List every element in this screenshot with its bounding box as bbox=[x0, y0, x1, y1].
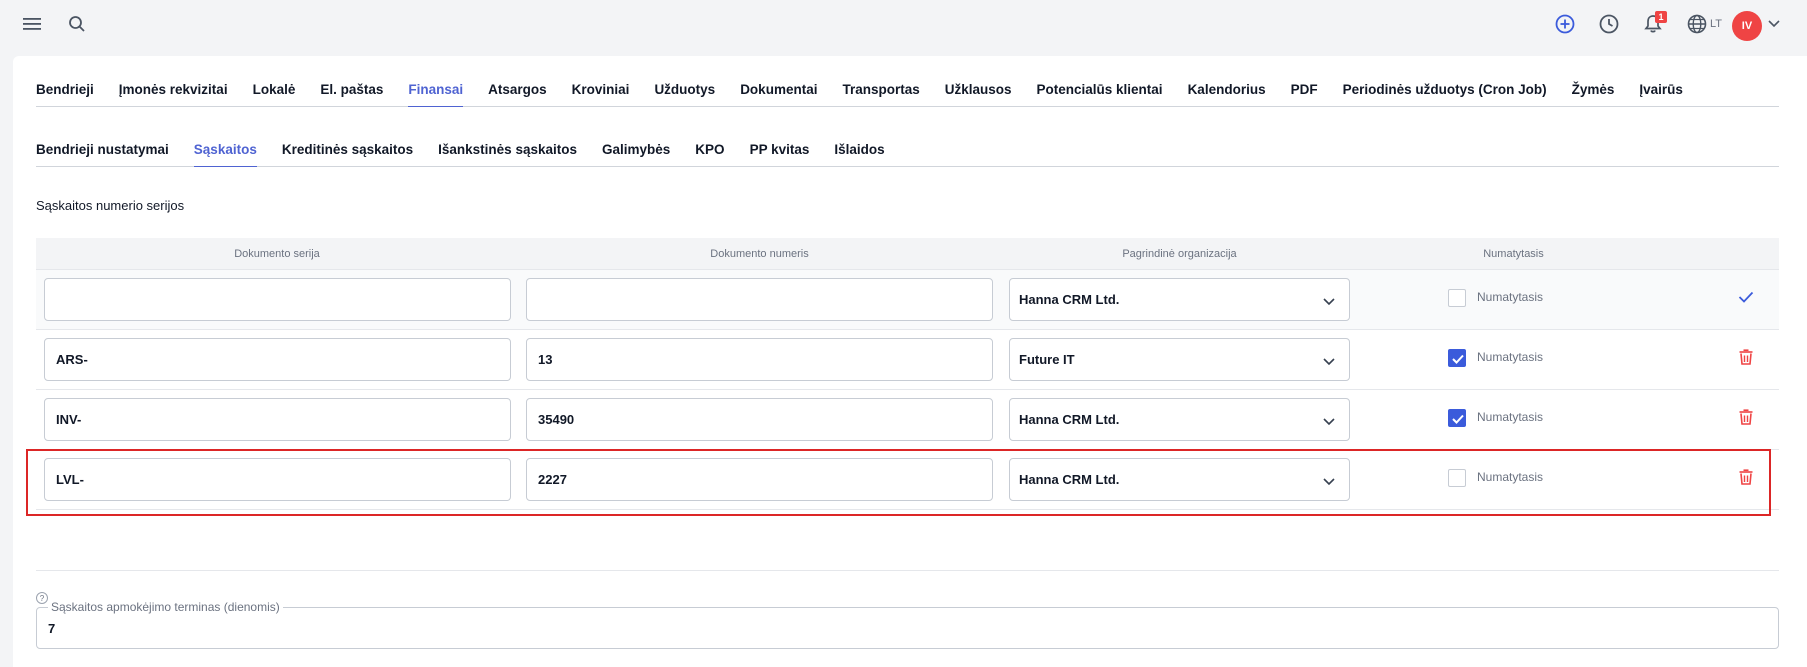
series-input[interactable]: LVL- bbox=[44, 458, 511, 501]
payment-term-value[interactable]: 7 bbox=[48, 621, 55, 636]
check-icon bbox=[1738, 290, 1754, 308]
number-input[interactable] bbox=[526, 278, 993, 321]
header-series: Dokumento serija bbox=[234, 247, 320, 260]
trash-icon bbox=[1739, 408, 1753, 430]
table-row: LVL- 2227 Hanna CRM Ltd. Numatytasis bbox=[36, 450, 1779, 510]
default-checkbox[interactable] bbox=[1448, 469, 1466, 487]
header-default: Numatytasis bbox=[1483, 247, 1544, 260]
tab-12[interactable]: Kalendorius bbox=[1188, 82, 1266, 107]
tab-15[interactable]: Žymės bbox=[1572, 82, 1615, 107]
plus-circle-icon[interactable] bbox=[1554, 13, 1576, 35]
organization-value: Hanna CRM Ltd. bbox=[1019, 292, 1120, 307]
series-input[interactable]: ARS- bbox=[44, 338, 511, 381]
tab-2[interactable]: Lokalė bbox=[253, 82, 296, 107]
default-checkbox[interactable] bbox=[1448, 409, 1466, 427]
subtab-1[interactable]: Sąskaitos bbox=[193, 142, 257, 167]
delete-row-button[interactable] bbox=[1736, 468, 1756, 490]
help-icon[interactable]: ? bbox=[36, 592, 48, 604]
globe-icon[interactable] bbox=[1686, 13, 1708, 35]
payment-term-input[interactable] bbox=[36, 607, 1779, 649]
delete-row-button[interactable] bbox=[1736, 408, 1756, 430]
header-number: Dokumento numeris bbox=[710, 247, 809, 260]
trash-icon bbox=[1739, 348, 1753, 370]
avatar[interactable]: IV bbox=[1732, 11, 1762, 41]
tab-4[interactable]: Finansai bbox=[408, 82, 464, 107]
series-input[interactable]: INV- bbox=[44, 398, 511, 441]
invoice-series-table: Dokumento serija Dokumento numeris Pagri… bbox=[36, 238, 1779, 510]
subtab-7[interactable]: Išlaidos bbox=[834, 142, 884, 167]
default-checkbox-label: Numatytasis bbox=[1477, 410, 1544, 424]
chevron-down-icon bbox=[1323, 354, 1335, 369]
number-input[interactable]: 2227 bbox=[526, 458, 993, 501]
tab-11[interactable]: Potencialūs klientai bbox=[1037, 82, 1163, 107]
tab-13[interactable]: PDF bbox=[1291, 82, 1318, 107]
default-checkbox-label: Numatytasis bbox=[1477, 470, 1544, 484]
default-checkbox[interactable] bbox=[1448, 349, 1466, 367]
header-org: Pagrindinė organizacija bbox=[1122, 247, 1237, 260]
number-input[interactable]: 35490 bbox=[526, 398, 993, 441]
organization-select[interactable]: Hanna CRM Ltd. bbox=[1009, 398, 1350, 441]
delete-row-button[interactable] bbox=[1736, 348, 1756, 370]
divider bbox=[36, 570, 1779, 571]
tab-8[interactable]: Dokumentai bbox=[740, 82, 817, 107]
organization-select[interactable]: Hanna CRM Ltd. bbox=[1009, 458, 1350, 501]
top-bar: 1 LT IV bbox=[0, 0, 1807, 52]
menu-icon[interactable] bbox=[21, 13, 43, 35]
save-row-button[interactable] bbox=[1736, 289, 1756, 309]
organization-select[interactable]: Hanna CRM Ltd. bbox=[1009, 278, 1350, 321]
tab-10[interactable]: Užklausos bbox=[945, 82, 1012, 107]
table-row: ARS- 13 Future IT Numatytasis bbox=[36, 330, 1779, 390]
chevron-down-icon bbox=[1323, 474, 1335, 489]
tab-6[interactable]: Kroviniai bbox=[572, 82, 630, 107]
tab-3[interactable]: El. paštas bbox=[320, 82, 383, 107]
tab-5[interactable]: Atsargos bbox=[488, 82, 547, 107]
payment-term-label: Sąskaitos apmokėjimo terminas (dienomis) bbox=[48, 600, 283, 614]
organization-select[interactable]: Future IT bbox=[1009, 338, 1350, 381]
tab-1[interactable]: Įmonės rekvizitai bbox=[119, 82, 228, 107]
tab-16[interactable]: Įvairūs bbox=[1639, 82, 1683, 107]
subtab-0[interactable]: Bendrieji nustatymai bbox=[36, 142, 169, 167]
table-header: Dokumento serija Dokumento numeris Pagri… bbox=[36, 238, 1779, 270]
subtab-6[interactable]: PP kvitas bbox=[750, 142, 810, 167]
organization-value: Future IT bbox=[1019, 352, 1075, 367]
default-checkbox-label: Numatytasis bbox=[1477, 350, 1544, 364]
default-checkbox[interactable] bbox=[1448, 289, 1466, 307]
number-input[interactable]: 13 bbox=[526, 338, 993, 381]
default-checkbox-label: Numatytasis bbox=[1477, 290, 1544, 304]
table-row: Hanna CRM Ltd. Numatytasis bbox=[36, 270, 1779, 330]
subtab-2[interactable]: Kreditinės sąskaitos bbox=[282, 142, 413, 167]
subtab-3[interactable]: Išankstinės sąskaitos bbox=[438, 142, 577, 167]
tab-14[interactable]: Periodinės užduotys (Cron Job) bbox=[1343, 82, 1547, 107]
language-code[interactable]: LT bbox=[1710, 18, 1722, 30]
clock-icon[interactable] bbox=[1598, 13, 1620, 35]
tab-9[interactable]: Transportas bbox=[842, 82, 919, 107]
subtab-4[interactable]: Galimybės bbox=[602, 142, 670, 167]
settings-card: Bendrieji Įmonės rekvizitai Lokalė El. pašt… bbox=[13, 56, 1807, 667]
section-title: Sąskaitos numerio serijos bbox=[36, 198, 185, 213]
organization-value: Hanna CRM Ltd. bbox=[1019, 412, 1120, 427]
subtab-5[interactable]: KPO bbox=[695, 142, 724, 167]
notification-badge: 1 bbox=[1655, 11, 1667, 23]
chevron-down-icon bbox=[1323, 294, 1335, 309]
tab-7[interactable]: Užduotys bbox=[654, 82, 715, 107]
main-tabs: Bendrieji Įmonės rekvizitai Lokalė El. pašt… bbox=[36, 56, 1779, 107]
series-input[interactable] bbox=[44, 278, 511, 321]
table-row: INV- 35490 Hanna CRM Ltd. Numatytasis bbox=[36, 390, 1779, 450]
sub-tabs: Bendrieji nustatymai Sąskaitos Kreditinės … bbox=[36, 116, 1779, 167]
trash-icon bbox=[1739, 468, 1753, 490]
organization-value: Hanna CRM Ltd. bbox=[1019, 472, 1120, 487]
chevron-down-icon bbox=[1323, 414, 1335, 429]
search-icon[interactable] bbox=[66, 13, 88, 35]
tab-0[interactable]: Bendrieji bbox=[36, 82, 94, 107]
chevron-down-icon[interactable] bbox=[1765, 15, 1783, 33]
